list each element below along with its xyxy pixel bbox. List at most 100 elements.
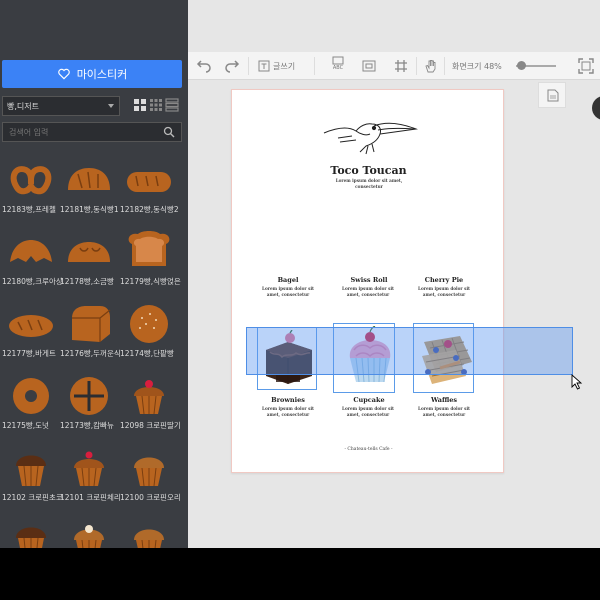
sticker-tile[interactable]: 12180빵,크루아상	[2, 224, 63, 292]
toolbar-divider	[248, 57, 249, 75]
page-icon	[547, 89, 559, 102]
text-box-icon	[258, 60, 270, 72]
sticker-label: 12176빵,두꺼운식	[60, 349, 121, 358]
hand-tool-icon[interactable]	[424, 58, 438, 74]
menu-title[interactable]: Toco Toucan	[232, 164, 505, 177]
sticker-label: 12178빵,소금빵	[60, 277, 114, 286]
list-view-icon[interactable]	[164, 97, 180, 113]
my-sticker-label: 마이스티커	[76, 68, 128, 81]
mouse-cursor-icon	[571, 374, 583, 390]
redo-icon[interactable]	[224, 58, 240, 74]
menu-footer[interactable]: - Chateau-tells Cafe -	[232, 447, 505, 452]
image-frame-icon	[332, 56, 344, 65]
abc-label: ABC	[332, 65, 344, 71]
frame-tool-icon[interactable]	[362, 58, 376, 74]
sticker-tile[interactable]: 12181빵,동식빵1	[60, 152, 119, 220]
sticker-tile[interactable]	[60, 512, 118, 548]
sticker-tile[interactable]: 12177빵,바게트	[2, 296, 60, 364]
search-field[interactable]	[2, 122, 182, 142]
sticker-thumbnail-donut	[13, 378, 49, 414]
floating-action-button[interactable]	[592, 96, 600, 120]
item-name-waffles[interactable]: Waffles	[416, 396, 472, 404]
grid-icon[interactable]	[394, 58, 408, 74]
page-panel-tab[interactable]	[538, 82, 566, 108]
text-tool-button[interactable]: 글쓰기	[258, 58, 295, 74]
sticker-tile[interactable]: 12174빵,단팥빵	[120, 296, 178, 364]
sticker-label: 12182빵,동식빵2	[120, 205, 179, 214]
sticker-label: 12102 크로핀초코	[2, 493, 63, 502]
sticker-tile[interactable]: 12098 크로핀딸기	[120, 368, 181, 436]
sticker-thumbnail-thick-loaf	[72, 306, 111, 342]
item-desc[interactable]: Lorem ipsum dolor sit amet, consectetur	[336, 286, 400, 298]
sticker-thumbnail-toast	[128, 231, 170, 266]
toolbar-divider	[444, 57, 445, 75]
sticker-label: 12180빵,크루아상	[2, 277, 63, 286]
abc-tool-button[interactable]: ABC	[332, 56, 344, 72]
sticker-thumbnail-croissant	[10, 240, 52, 262]
sticker-tile[interactable]	[120, 512, 178, 548]
sticker-tile[interactable]: 12101 크로핀체리	[60, 440, 121, 508]
app-window: 마이스티커 빵,디저트 12183빵,프레첼 12181빵,동식빵112182빵,…	[0, 0, 600, 548]
sticker-tile[interactable]: 12102 크로핀초코	[2, 440, 63, 508]
zoom-label: 화면크기 48%	[452, 61, 502, 71]
sticker-thumbnail-muffin-cream	[74, 525, 104, 548]
heart-icon	[57, 68, 70, 80]
item-name-swiss-roll[interactable]: Swiss Roll	[336, 276, 402, 284]
sticker-thumbnail-loaf-long	[127, 172, 171, 192]
sticker-tile[interactable]: 12183빵,프레첼	[2, 152, 60, 220]
design-canvas-page[interactable]: Toco Toucan Lorem ipsum dolor sit amet, …	[231, 89, 504, 473]
sticker-tile[interactable]: 12175빵,도넛	[2, 368, 60, 436]
sticker-thumbnail-muffin-choc	[16, 455, 46, 487]
sticker-thumbnail-muffin-plain	[134, 529, 164, 548]
item-desc[interactable]: Lorem ipsum dolor sit amet, consectetur	[336, 406, 400, 418]
sticker-tile[interactable]: 12176빵,두꺼운식	[60, 296, 121, 364]
item-name-brownies[interactable]: Brownies	[260, 396, 316, 404]
sticker-thumbnail-loaf-round	[68, 168, 110, 190]
sticker-label: 12174빵,단팥빵	[120, 349, 174, 358]
sticker-label: 12173빵,캄빠뉴	[60, 421, 114, 430]
chevron-down-icon	[108, 104, 114, 108]
sticker-thumbnail-pretzel	[10, 166, 52, 195]
item-desc[interactable]: Lorem ipsum dolor sit amet, consectetur	[412, 406, 476, 418]
item-name-cherry-pie[interactable]: Cherry Pie	[416, 276, 472, 284]
sticker-tile[interactable]: 12173빵,캄빠뉴	[60, 368, 118, 436]
sticker-sidebar: 마이스티커 빵,디저트 12183빵,프레첼 12181빵,동식빵112182빵,…	[0, 0, 188, 548]
toolbar-divider	[416, 57, 417, 75]
search-icon[interactable]	[163, 126, 175, 138]
undo-icon[interactable]	[196, 58, 212, 74]
sticker-tile[interactable]	[2, 512, 60, 548]
category-select[interactable]: 빵,디저트	[2, 96, 120, 116]
grid-small-view-icon[interactable]	[148, 97, 164, 113]
item-desc[interactable]: Lorem ipsum dolor sit amet, consectetur	[256, 406, 320, 418]
sticker-label: 12101 크로핀체리	[60, 493, 121, 502]
search-input[interactable]	[9, 127, 159, 137]
sticker-thumbnail-roll	[68, 242, 110, 262]
title-subtext[interactable]: Lorem ipsum dolor sit amet, consectetur	[328, 178, 410, 190]
sticker-thumbnail-bun	[130, 305, 168, 343]
item-name-bagel[interactable]: Bagel	[260, 276, 316, 284]
category-value: 빵,디저트	[7, 101, 39, 111]
sticker-thumbnail-muffin-berry	[134, 380, 164, 415]
sticker-thumbnail-muffin-choc	[16, 527, 46, 548]
item-desc[interactable]: Lorem ipsum dolor sit amet, consectetur	[256, 286, 320, 298]
grid-large-view-icon[interactable]	[132, 97, 148, 113]
sticker-thumbnail-campagne	[70, 377, 108, 415]
fit-screen-icon[interactable]	[578, 58, 594, 74]
sticker-thumbnail-baguette	[9, 315, 53, 337]
sticker-label: 12100 크로핀오리	[120, 493, 181, 502]
my-sticker-button[interactable]: 마이스티커	[2, 60, 182, 88]
sticker-tile[interactable]: 12182빵,동식빵2	[120, 152, 179, 220]
item-name-cupcake[interactable]: Cupcake	[338, 396, 400, 404]
item-desc[interactable]: Lorem ipsum dolor sit amet, consectetur	[412, 286, 476, 298]
sticker-label: 12181빵,동식빵1	[60, 205, 119, 214]
sticker-label: 12177빵,바게트	[2, 349, 56, 358]
drag-selection-marquee	[246, 327, 573, 375]
sticker-label: 12098 크로핀딸기	[120, 421, 181, 430]
sticker-tile[interactable]: 12178빵,소금빵	[60, 224, 118, 292]
sticker-tile[interactable]: 12179빵,식빵얹은	[120, 224, 181, 292]
toucan-logo	[323, 122, 418, 155]
sticker-label: 12175빵,도넛	[2, 421, 49, 430]
zoom-slider-handle[interactable]	[517, 61, 526, 70]
toolbar-divider	[314, 57, 315, 75]
sticker-tile[interactable]: 12100 크로핀오리	[120, 440, 181, 508]
